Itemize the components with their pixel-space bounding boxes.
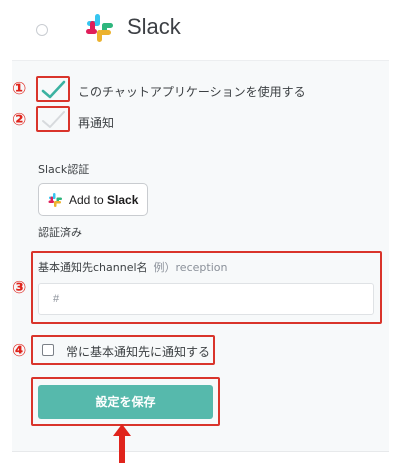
channel-label: 基本通知先channel名 例）reception [38, 261, 228, 274]
slack-logo-icon [86, 14, 113, 42]
always-notify-checkbox[interactable] [42, 344, 54, 356]
annotation-number-2: ② [12, 110, 27, 130]
annotation-number-4: ④ [12, 341, 27, 361]
app-header: Slack [0, 0, 401, 60]
annotation-number-1: ① [12, 79, 27, 99]
save-settings-button[interactable]: 設定を保存 [38, 385, 213, 419]
channel-example: 例）reception [153, 261, 228, 274]
app-name: Slack [127, 14, 181, 39]
annotation-number-3: ③ [12, 278, 27, 298]
add-to-slack-button[interactable]: Add to Slack [38, 183, 148, 216]
slack-logo-small-icon [48, 193, 62, 207]
use-app-checkbox[interactable] [39, 75, 69, 105]
arrow-up-icon [113, 424, 131, 463]
app-select-radio[interactable] [36, 24, 48, 36]
add-to-slack-label: Add to Slack [69, 193, 139, 207]
channel-name-input[interactable] [38, 283, 374, 315]
renotify-checkbox[interactable] [39, 105, 69, 135]
auth-status: 認証済み [38, 226, 82, 239]
renotify-label: 再通知 [78, 116, 115, 130]
always-notify-label: 常に基本通知先に通知する [66, 345, 211, 359]
use-app-label: このチャットアプリケーションを使用する [78, 85, 306, 99]
slack-auth-title: Slack認証 [38, 163, 90, 176]
